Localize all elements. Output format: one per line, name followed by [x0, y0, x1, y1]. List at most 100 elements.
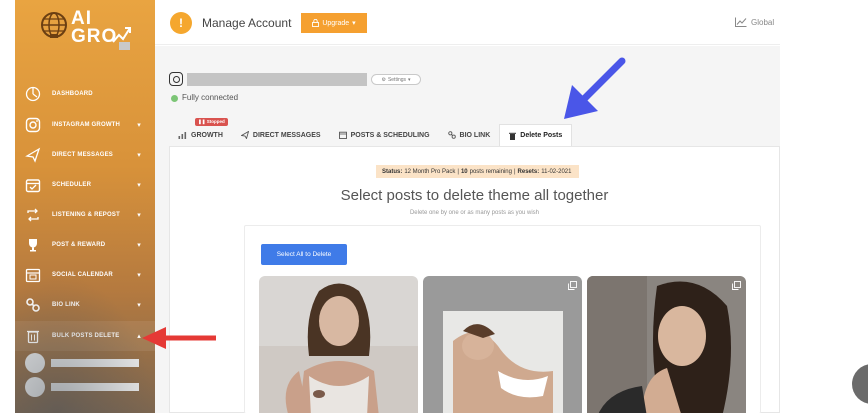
account-username-redacted: [187, 73, 367, 86]
line-chart-icon: [735, 17, 747, 27]
tab-label: GROWTH: [191, 131, 223, 139]
settings-label: Settings: [387, 76, 407, 83]
connection-status-text: Fully connected: [182, 93, 239, 102]
sidebar-item-bulk-posts-delete[interactable]: BULK POSTS DELETE ▴: [15, 321, 155, 351]
globe-logo-icon: [41, 12, 67, 38]
tab-label: BIO LINK: [459, 131, 491, 139]
instagram-icon: [25, 117, 41, 133]
dashboard-icon: [25, 86, 41, 102]
tab-growth[interactable]: ❚❚ Stopped GROWTH: [169, 118, 232, 146]
tab-label: DIRECT MESSAGES: [252, 131, 321, 139]
annotation-arrow-blue: [564, 57, 626, 119]
send-icon: [240, 131, 249, 139]
account-settings-button[interactable]: ⚙ Settings ▾: [371, 74, 421, 85]
posts-remaining-count: 10: [460, 168, 468, 175]
annotation-arrow-red: [142, 327, 216, 349]
post-thumbnail[interactable]: [259, 276, 418, 413]
multiple-images-icon: [732, 281, 741, 290]
sidebar-item-label: BULK POSTS DELETE: [52, 333, 120, 339]
post-photo: [423, 276, 582, 413]
trophy-icon: [25, 237, 41, 253]
pause-icon: ❚❚: [198, 119, 207, 124]
chevron-down-icon: ▾: [137, 152, 141, 159]
posts-card: Select All to Delete: [244, 225, 761, 413]
panel-subtitle: Delete one by one or as many posts as yo…: [409, 210, 540, 216]
alert-badge[interactable]: !: [170, 12, 192, 34]
sidebar-item-post-reward[interactable]: POST & REWARD ▾: [15, 230, 155, 260]
chevron-down-icon: ▾: [408, 76, 411, 83]
tab-label: POSTS & SCHEDULING: [350, 131, 430, 139]
app-frame: AI GRO DASHBOARD INSTAGRAM GROWTH ▾ DIRE…: [0, 0, 868, 413]
account-name-redacted: [51, 383, 139, 391]
stopped-badge: ❚❚ Stopped: [195, 118, 228, 126]
tab-posts-scheduling[interactable]: POSTS & SCHEDULING: [330, 124, 439, 146]
global-label: Global: [751, 17, 775, 27]
chevron-down-icon: ▾: [137, 182, 141, 189]
sidebar-item-scheduler[interactable]: SCHEDULER ▾: [15, 170, 155, 200]
sidebar-item-label: LISTENING & REPOST: [52, 212, 120, 218]
tab-bio-link[interactable]: BIO LINK: [439, 124, 500, 146]
sidebar-item-bio-link[interactable]: BIO LINK ▾: [15, 290, 155, 320]
stopped-label: Stopped: [206, 119, 225, 124]
account-switch-item[interactable]: [25, 377, 145, 397]
sidebar-item-listening-repost[interactable]: LISTENING & REPOST ▾: [15, 200, 155, 230]
send-icon: [25, 147, 41, 163]
chevron-down-icon: ▾: [137, 302, 141, 309]
status-plan: 12 Month Pro Pack: [404, 168, 456, 175]
connection-status-dot: [171, 95, 178, 102]
account-tabs: ❚❚ Stopped GROWTH DIRECT MESSAGES POSTS …: [169, 118, 573, 146]
sidebar-item-label: DASHBOARD: [52, 91, 93, 97]
gear-icon: ⚙: [381, 76, 386, 83]
post-photo: [587, 276, 746, 413]
top-header: ! Manage Account Upgrade ▾ Global: [155, 0, 780, 45]
select-all-delete-button[interactable]: Select All to Delete: [261, 244, 347, 265]
trash-icon: [25, 328, 41, 344]
delete-posts-panel: Status: 12 Month Pro Pack | 10 posts rem…: [169, 146, 780, 413]
posts-remaining-text: posts remaining: [469, 168, 512, 175]
post-thumbnail[interactable]: [423, 276, 582, 413]
trash-icon: [509, 132, 517, 140]
chevron-down-icon: ▾: [137, 242, 141, 249]
post-thumbnail[interactable]: [587, 276, 746, 413]
brand-tag: [119, 42, 130, 50]
sidebar-item-label: POST & REWARD: [52, 242, 106, 248]
chat-widget-button[interactable]: [852, 364, 868, 404]
sidebar-item-label: DIRECT MESSAGES: [52, 152, 114, 158]
lock-icon: [312, 19, 320, 27]
account-name-redacted: [51, 359, 139, 367]
chevron-down-icon: ▾: [137, 122, 141, 129]
link-icon: [447, 131, 456, 139]
resets-date: 11-02-2021: [541, 168, 572, 175]
status-label: Status:: [382, 168, 403, 175]
sidebar-item-social-calendar[interactable]: SOCIAL CALENDAR ▾: [15, 260, 155, 290]
sidebar-item-dashboard[interactable]: DASHBOARD: [15, 79, 155, 109]
sidebar: AI GRO DASHBOARD INSTAGRAM GROWTH ▾ DIRE…: [15, 0, 155, 413]
chevron-down-icon: ▾: [137, 212, 141, 219]
sidebar-item-label: INSTAGRAM GROWTH: [52, 122, 121, 128]
calendar-icon: [338, 131, 347, 139]
sidebar-item-direct-messages[interactable]: DIRECT MESSAGES ▾: [15, 140, 155, 170]
main-content: ⚙ Settings ▾ Fully connected ❚❚ Stopped …: [155, 46, 780, 413]
post-photo: [259, 276, 418, 413]
brand-logo[interactable]: AI GRO: [39, 8, 139, 52]
panel-title: Select posts to delete theme all togethe…: [340, 187, 609, 204]
sidebar-item-label: BIO LINK: [52, 302, 80, 308]
growth-icon: [178, 132, 187, 139]
upgrade-button[interactable]: Upgrade ▾: [301, 13, 367, 33]
page-title: Manage Account: [202, 16, 292, 30]
tab-delete-posts[interactable]: Delete Posts: [499, 124, 573, 146]
sidebar-item-label: SOCIAL CALENDAR: [52, 272, 113, 278]
account-switch-item[interactable]: [25, 353, 145, 373]
global-stats-link[interactable]: Global: [735, 17, 774, 27]
tab-direct-messages[interactable]: DIRECT MESSAGES: [232, 124, 330, 146]
plan-status-banner: Status: 12 Month Pro Pack | 10 posts rem…: [376, 165, 580, 178]
tab-label: Delete Posts: [520, 132, 563, 139]
calendar-check-icon: [25, 177, 41, 193]
instagram-icon: [169, 72, 183, 86]
repost-icon: [25, 207, 41, 223]
sidebar-item-instagram-growth[interactable]: INSTAGRAM GROWTH ▾: [15, 110, 155, 140]
avatar: [25, 353, 45, 373]
sidebar-item-label: SCHEDULER: [52, 182, 92, 188]
chevron-down-icon: ▾: [352, 20, 356, 27]
calendar-icon: [25, 267, 41, 283]
